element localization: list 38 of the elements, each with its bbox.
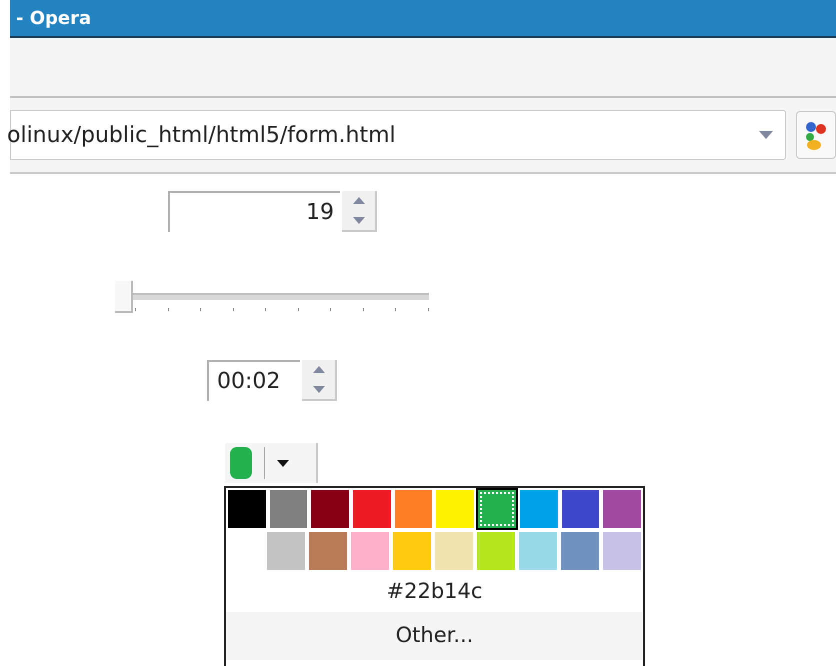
color-swatch[interactable] [309, 532, 347, 570]
color-swatch[interactable] [519, 532, 557, 570]
address-field[interactable]: olinux/public_html/html5/form.html [10, 110, 786, 160]
slider-thumb[interactable] [115, 281, 133, 313]
spin-buttons[interactable] [342, 191, 377, 232]
color-swatch[interactable] [603, 490, 641, 528]
spin-buttons[interactable] [302, 360, 337, 401]
color-swatch[interactable] [603, 532, 641, 570]
other-button[interactable]: Other... [226, 612, 643, 660]
color-swatch[interactable] [353, 490, 391, 528]
window-title: - Opera [16, 6, 92, 30]
hex-value: #22b14c [386, 578, 482, 605]
number-field[interactable]: 19 [168, 191, 340, 232]
color-swatch[interactable] [351, 532, 389, 570]
search-engine-button[interactable] [796, 111, 836, 159]
dropdown-arrow-icon[interactable] [759, 131, 774, 139]
color-swatch[interactable] [478, 490, 516, 528]
down-arrow-icon [312, 386, 324, 393]
color-swatch[interactable] [561, 532, 599, 570]
up-arrow-icon [312, 366, 324, 374]
color-swatch[interactable] [435, 532, 473, 570]
down-arrow-icon [352, 216, 364, 224]
range-slider[interactable] [115, 281, 429, 313]
time-field[interactable]: 00:02 [207, 360, 300, 401]
caret-icon [277, 460, 289, 466]
color-picker-button[interactable] [225, 443, 318, 483]
color-swatch[interactable] [270, 490, 308, 528]
color-swatch[interactable] [394, 490, 432, 528]
color-swatch[interactable] [436, 490, 474, 528]
color-swatch[interactable] [477, 532, 515, 570]
up-arrow-icon [352, 197, 364, 204]
color-swatch[interactable] [311, 490, 350, 528]
color-swatch[interactable] [562, 490, 600, 528]
color-swatch[interactable] [520, 490, 558, 528]
colored-dots-icon [805, 120, 828, 150]
color-swatch[interactable] [393, 532, 431, 570]
color-swatch[interactable] [267, 532, 305, 570]
color-swatch[interactable] [228, 490, 266, 528]
